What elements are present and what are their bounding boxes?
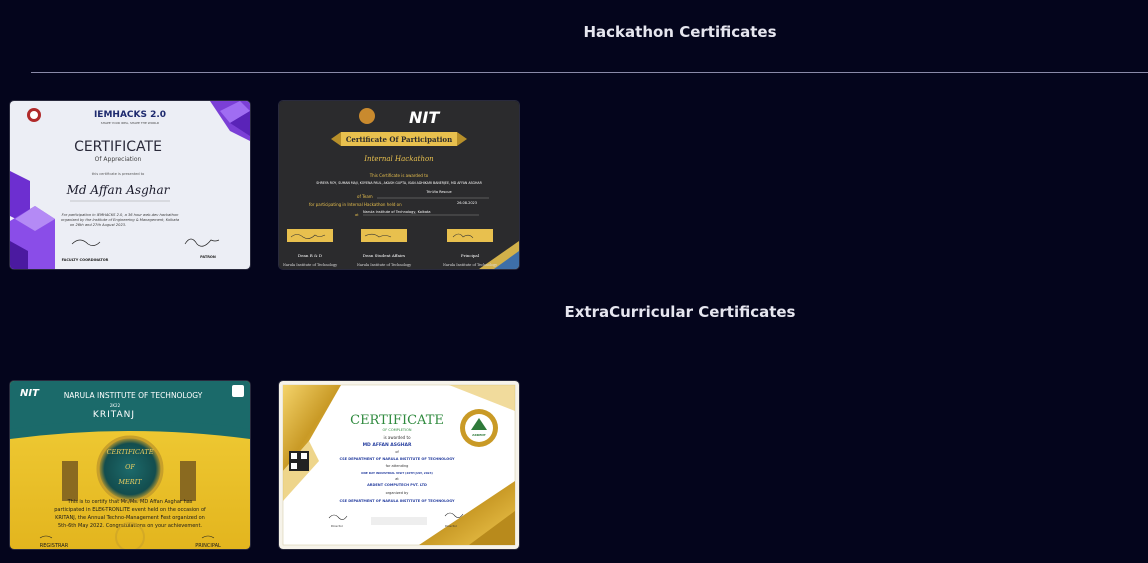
nit-hackathon-names: SHREYA ROY, SUMAN MAJI, KOYENA PAUL, AKA… [316, 181, 482, 185]
iemhacks-body-3: on 26th and 27th August 2023. [70, 223, 126, 227]
iemhacks-body-1: For participation in IEMHACKS 2.0, a 36 … [62, 213, 180, 217]
kritanj-sig-left: REGISTRAR [40, 543, 69, 549]
iemhacks-tagline: SHAPE YOUR IDEA, SHAPE THE WORLD [101, 121, 160, 125]
iemhacks-certificate-card[interactable]: IEMHACKS 2.0 SHAPE YOUR IDEA, SHAPE THE … [10, 101, 250, 269]
kritanj-body-2: participated in ELEK-TRONLITE event held… [54, 507, 206, 513]
nit-hackathon-sig1-role: Dean R & D [298, 253, 322, 258]
iemhacks-sig-right-role: PATRON [200, 255, 216, 259]
iemhacks-presented: this certificate is presented to [92, 172, 145, 176]
completion-sig-right: Director [445, 524, 458, 528]
nit-hackathon-team: TrinVia Rescue [425, 190, 451, 194]
iemhacks-subtitle: Of Appreciation [95, 156, 142, 163]
completion-organizer: CSE DEPARTMENT OF NARULA INSTITUTE OF TE… [339, 499, 455, 503]
certificates-page: Hackathon Certificates IEMHACKS 2.0 SHAP… [0, 0, 1148, 563]
kritanj-medal-line-3: MERIT [117, 478, 142, 486]
kritanj-medal-line-1: CERTIFICATE [107, 448, 154, 456]
completion-name: MD AFFAN ASGHAR [363, 442, 412, 448]
completion-visit: ONE DAY INDUSTRIAL VISIT (20TH JULY, 202… [361, 471, 433, 475]
nit-hackathon-institute: Narula Institute of Technology, Kolkata [363, 210, 430, 214]
kritanj-year: 2K22 [110, 403, 121, 408]
iemhacks-certificate-image: IEMHACKS 2.0 SHAPE YOUR IDEA, SHAPE THE … [10, 101, 250, 269]
iemhacks-body-2: organized by the Institute of Engineerin… [61, 218, 179, 222]
nit-hackathon-certificate-card[interactable]: NIT Certificate Of Participation Interna… [279, 101, 519, 269]
iemhacks-title: CERTIFICATE [74, 139, 162, 155]
nit-hackathon-footer-2: Narula Institute of Technology [357, 263, 411, 267]
extracurricular-section-title: ExtraCurricular Certificates [564, 303, 796, 321]
nit-hackathon-participation: for participating in Internal Hackathon … [309, 202, 402, 207]
completion-company: ARDENT COMPUTECH PVT. LTD [367, 483, 427, 487]
completion-subtitle: OF COMPLETION [383, 428, 412, 432]
nit-hackathon-team-label: of Team [357, 194, 373, 199]
completion-dept: CSE DEPARTMENT OF NARULA INSTITUTE OF TE… [339, 457, 455, 461]
iemhacks-recipient-name: Md Affan Asghar [66, 183, 171, 197]
kritanj-certificate-image: NIT NARULA INSTITUTE OF TECHNOLOGY 2K22 … [10, 381, 250, 549]
iemhacks-brand: IEMHACKS 2.0 [94, 110, 166, 120]
nit-hackathon-awarded: This Certificate is awarded to [369, 173, 429, 178]
completion-certificate-image: CERTIFICATE OF COMPLETION is awarded to … [279, 381, 519, 549]
kritanj-institute: NARULA INSTITUTE OF TECHNOLOGY [64, 391, 203, 400]
completion-certificate-card[interactable]: CERTIFICATE OF COMPLETION is awarded to … [279, 381, 519, 549]
nit-hackathon-footer-1: Narula Institute of Technology [283, 263, 337, 267]
completion-organized: organized by [386, 491, 409, 495]
completion-awarded: is awarded to [383, 435, 411, 440]
completion-at: at [395, 477, 399, 481]
kritanj-certificate-card[interactable]: NIT NARULA INSTITUTE OF TECHNOLOGY 2K22 … [10, 381, 250, 549]
nit-hackathon-date: 26.08.2023 [457, 201, 477, 205]
completion-title: CERTIFICATE [350, 413, 444, 428]
nit-hackathon-event: Internal Hackathon [363, 155, 434, 163]
completion-sig-left: Director [331, 524, 344, 528]
kritanj-medal-line-2: OF [125, 463, 135, 471]
kritanj-body-1: This is to certify that Mr./Ms. MD Affan… [67, 499, 193, 505]
completion-badge: ARDENT [472, 433, 487, 437]
section-divider [31, 72, 1148, 73]
nit-hackathon-footer-3: Narula Institute of Technology [443, 263, 497, 267]
iemhacks-sig-left-role: FACULTY COORDINATOR [62, 258, 109, 262]
nit-hackathon-sig2-role: Dean Student Affairs [363, 253, 405, 258]
hackathon-section-title: Hackathon Certificates [583, 23, 777, 41]
completion-attending: for attending [386, 464, 409, 468]
kritanj-logo: NIT [20, 388, 40, 399]
kritanj-body-3: KRITANJ, the Annual Techno-Management Fe… [55, 515, 205, 521]
nit-hackathon-certificate-image: NIT Certificate Of Participation Interna… [279, 101, 519, 269]
nit-hackathon-logo: NIT [409, 108, 440, 127]
nit-hackathon-title: Certificate Of Participation [346, 135, 452, 144]
kritanj-fest: KRITANJ [93, 410, 135, 420]
kritanj-sig-right: PRINCIPAL [195, 543, 221, 549]
nit-hackathon-sig3-role: Principal [461, 253, 480, 258]
nit-hackathon-at-label: at [355, 213, 359, 217]
